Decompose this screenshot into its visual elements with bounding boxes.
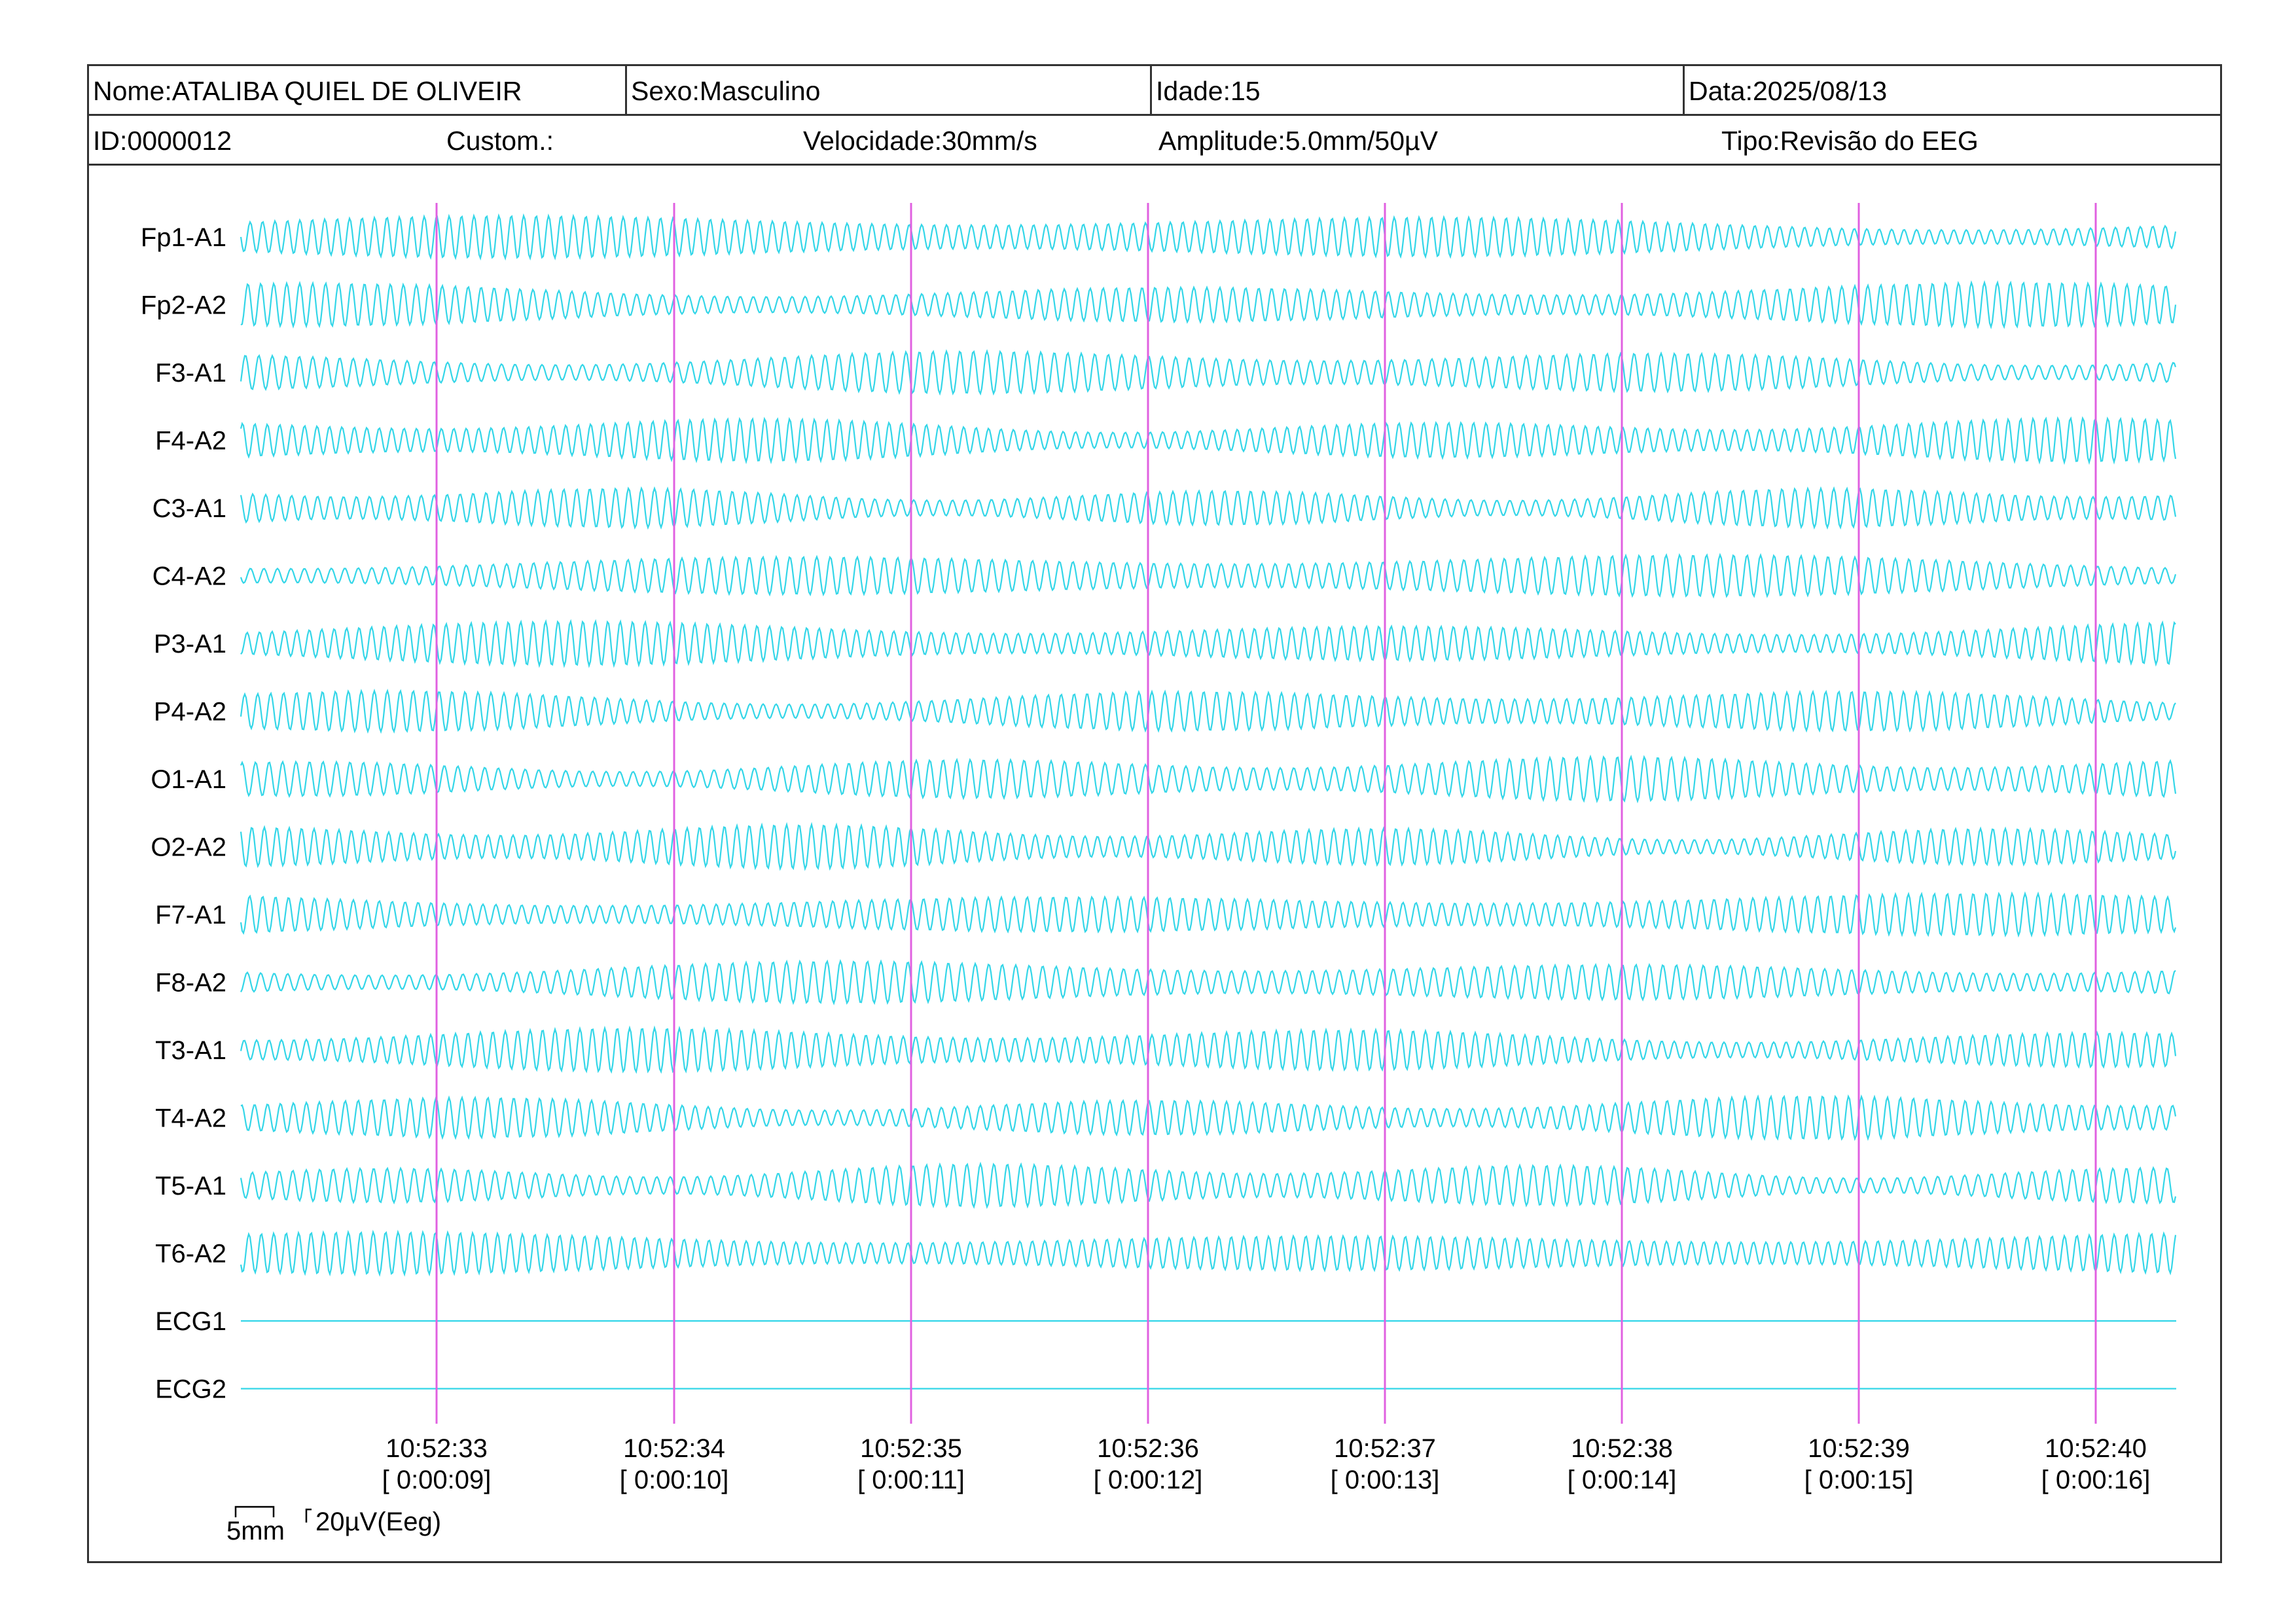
channel-label: T3-A1	[155, 1036, 226, 1065]
channel-label: O1-A1	[151, 765, 226, 794]
channel-label: Fp1-A1	[141, 223, 226, 252]
channel-label: Fp2-A2	[141, 291, 226, 320]
channel-label: ECG1	[155, 1307, 226, 1336]
eeg-trace	[240, 821, 2177, 871]
eeg-trace	[240, 1025, 2177, 1074]
channel-label: F4-A2	[155, 427, 226, 456]
eeg-trace	[240, 959, 2176, 1005]
eeg-trace	[240, 1161, 2177, 1210]
eeg-trace	[240, 552, 2177, 599]
eeg-trace	[240, 688, 2176, 734]
time-label-elapsed: [ 0:00:11]	[857, 1466, 965, 1494]
time-label-elapsed: [ 0:00:12]	[1094, 1466, 1203, 1494]
scale-bar-time-mark	[234, 1506, 275, 1517]
scale-bar-amplitude-mark	[305, 1508, 312, 1523]
eeg-chart: Fp1-A1 Fp2-A2 F3-A1 F4-A2 C3-A1 C4-A2 P3-A1 P4-…	[141, 203, 2177, 1545]
time-label-clock: 10:52:40	[2045, 1434, 2147, 1463]
channel-label: F7-A1	[155, 901, 226, 929]
channel-label: P3-A1	[154, 630, 226, 659]
eeg-trace	[240, 486, 2177, 530]
channel-label: F8-A2	[155, 969, 226, 998]
time-label-elapsed: [ 0:00:16]	[2041, 1466, 2151, 1494]
time-label-clock: 10:52:35	[860, 1434, 962, 1463]
time-label-clock: 10:52:39	[1808, 1434, 1910, 1463]
time-label-elapsed: [ 0:00:15]	[1804, 1466, 1914, 1494]
eeg-trace	[240, 891, 2177, 938]
channel-label: C3-A1	[152, 494, 226, 523]
eeg-trace	[240, 349, 2177, 396]
eeg-trace	[240, 280, 2177, 330]
channel-label: T5-A1	[155, 1172, 226, 1200]
time-label-clock: 10:52:36	[1097, 1434, 1199, 1463]
scale-bar-amplitude-label: 20µV(Eeg)	[315, 1507, 441, 1536]
time-label-clock: 10:52:37	[1334, 1434, 1436, 1463]
scale-bar-time-label: 5mm	[226, 1517, 285, 1545]
time-label-clock: 10:52:38	[1571, 1434, 1673, 1463]
eeg-trace	[240, 416, 2177, 465]
time-label-elapsed: [ 0:00:09]	[382, 1466, 492, 1494]
time-label-elapsed: [ 0:00:13]	[1331, 1466, 1440, 1494]
time-label-elapsed: [ 0:00:10]	[620, 1466, 729, 1494]
eeg-trace	[240, 754, 2177, 804]
eeg-trace	[240, 1094, 2177, 1142]
time-label-elapsed: [ 0:00:14]	[1568, 1466, 1677, 1494]
time-label-clock: 10:52:33	[386, 1434, 488, 1463]
channel-label: T4-A2	[155, 1104, 226, 1133]
eeg-trace	[240, 619, 2176, 668]
channel-label: F3-A1	[155, 359, 226, 388]
channel-label: P4-A2	[154, 698, 226, 727]
eeg-trace	[240, 1229, 2177, 1277]
channel-label: ECG2	[155, 1375, 226, 1404]
eeg-trace	[240, 213, 2177, 261]
channel-label: T6-A2	[155, 1240, 226, 1269]
time-label-clock: 10:52:34	[623, 1434, 725, 1463]
channel-label: O2-A2	[151, 833, 226, 862]
channel-label: C4-A2	[152, 562, 226, 591]
